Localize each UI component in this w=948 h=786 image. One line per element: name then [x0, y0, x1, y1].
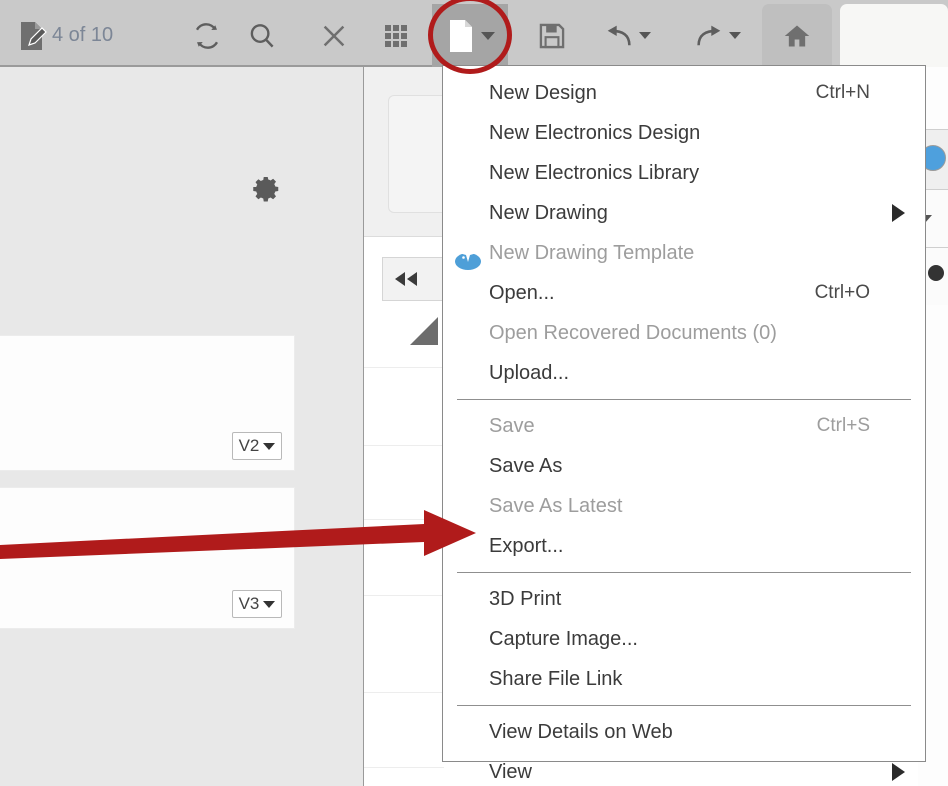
document-count-label: 4 of 10 [52, 24, 114, 46]
version-card: V3 [0, 487, 295, 629]
menu-item-label: Upload... [489, 361, 570, 384]
triangle-shape-icon [410, 317, 438, 345]
gear-icon [252, 174, 282, 204]
undo-icon [604, 22, 634, 50]
menu-item-save-as-latest: Save As Latest [443, 486, 925, 526]
menu-item-label: 3D Print [489, 587, 562, 610]
menu-separator [457, 705, 911, 706]
menu-item-open[interactable]: Open... Ctrl+O [443, 273, 925, 313]
menu-item-new-drawing[interactable]: New Drawing [443, 193, 925, 233]
chevron-down-icon [263, 442, 276, 450]
canvas-hairline [364, 692, 444, 693]
menu-separator [457, 399, 911, 400]
save-icon [538, 22, 566, 50]
file-menu-dropdown[interactable]: New Design Ctrl+N New Electronics Design Ne… [442, 65, 926, 783]
new-file-button[interactable] [432, 4, 508, 67]
chevron-down-icon[interactable] [638, 32, 651, 39]
menu-item-view-details-on-web[interactable]: View Details on Web [443, 712, 925, 752]
menu-item-new-design[interactable]: New Design Ctrl+N [443, 73, 925, 113]
menu-item-new-drawing-template: New Drawing Template [443, 233, 925, 273]
close-button[interactable] [312, 4, 356, 67]
strip-panel-header [364, 67, 458, 237]
search-icon [247, 21, 277, 51]
menu-item-label: Save As Latest [489, 494, 623, 517]
search-button[interactable] [240, 4, 284, 67]
top-toolbar: 4 of 10 [0, 0, 948, 74]
menu-item-label: New Drawing Template [489, 241, 695, 264]
version-label: V3 [238, 594, 260, 613]
menu-item-label: Share File Link [489, 667, 623, 690]
menu-item-label: New Electronics Design [489, 121, 701, 144]
collapse-handle-icon[interactable] [928, 265, 944, 281]
new-file-icon [446, 18, 476, 54]
menu-item-new-electronics-library[interactable]: New Electronics Library [443, 153, 925, 193]
canvas-hairline [364, 367, 444, 368]
chevron-right-icon [892, 763, 905, 781]
settings-button[interactable] [252, 174, 282, 209]
grid-view-button[interactable] [378, 4, 418, 67]
menu-item-save: Save Ctrl+S [443, 406, 925, 446]
menu-item-label: Save [489, 414, 535, 437]
menu-item-3d-print[interactable]: 3D Print [443, 579, 925, 619]
document-count: 4 of 10 [18, 4, 168, 67]
menu-item-label: Save As [489, 454, 563, 477]
canvas-hairline [364, 595, 444, 596]
canvas-hairline [364, 767, 444, 768]
menu-item-shortcut: Ctrl+O [814, 282, 870, 303]
home-tab[interactable] [762, 4, 832, 67]
left-panel: V2 V3 [0, 67, 363, 786]
menu-item-open-recovered-documents-0: Open Recovered Documents (0) [443, 313, 925, 353]
document-tab[interactable] [840, 4, 948, 67]
refresh-button[interactable] [185, 4, 229, 67]
menu-item-label: New Design [489, 81, 597, 104]
menu-item-label: View [489, 760, 532, 783]
canvas-left-strip [363, 67, 472, 786]
canvas-hairline [364, 519, 444, 520]
menu-item-shortcut: Ctrl+S [816, 415, 870, 436]
menu-item-label: Open Recovered Documents (0) [489, 321, 777, 344]
menu-item-label: New Drawing [489, 201, 608, 224]
save-button[interactable] [528, 4, 576, 67]
rewind-icon[interactable] [393, 271, 419, 287]
app-root: 4 of 10 V2 V3 New Design Ctrl+N New Elec… [0, 0, 948, 786]
menu-separator [457, 572, 911, 573]
redo-icon [694, 22, 724, 50]
canvas-hairline [364, 445, 444, 446]
home-icon [782, 22, 812, 50]
menu-item-label: Capture Image... [489, 627, 638, 650]
menu-item-capture-image[interactable]: Capture Image... [443, 619, 925, 659]
menu-item-shortcut: Ctrl+N [815, 82, 870, 103]
menu-item-share-file-link[interactable]: Share File Link [443, 659, 925, 699]
document-edit-icon [18, 20, 48, 52]
menu-item-save-as[interactable]: Save As [443, 446, 925, 486]
menu-item-export[interactable]: Export... [443, 526, 925, 566]
menu-item-view[interactable]: View [443, 752, 925, 786]
chevron-down-icon [263, 600, 276, 608]
sparkle-icon [455, 240, 481, 270]
chevron-right-icon [892, 204, 905, 222]
menu-item-label: View Details on Web [489, 720, 673, 743]
menu-item-upload[interactable]: Upload... [443, 353, 925, 393]
undo-button[interactable] [592, 4, 662, 67]
menu-item-new-electronics-design[interactable]: New Electronics Design [443, 113, 925, 153]
version-card: V2 [0, 335, 295, 471]
grid-icon [384, 23, 412, 49]
version-label: V2 [238, 436, 260, 455]
redo-button[interactable] [682, 4, 752, 67]
menu-item-label: Export... [489, 534, 564, 557]
menu-item-label: Open... [489, 281, 555, 304]
chevron-down-icon[interactable] [728, 32, 741, 39]
chevron-down-icon [480, 31, 495, 40]
refresh-icon [192, 21, 222, 51]
version-dropdown-v2[interactable]: V2 [232, 432, 282, 460]
version-dropdown-v3[interactable]: V3 [232, 590, 282, 618]
menu-item-label: New Electronics Library [489, 161, 700, 184]
close-icon [319, 21, 349, 51]
